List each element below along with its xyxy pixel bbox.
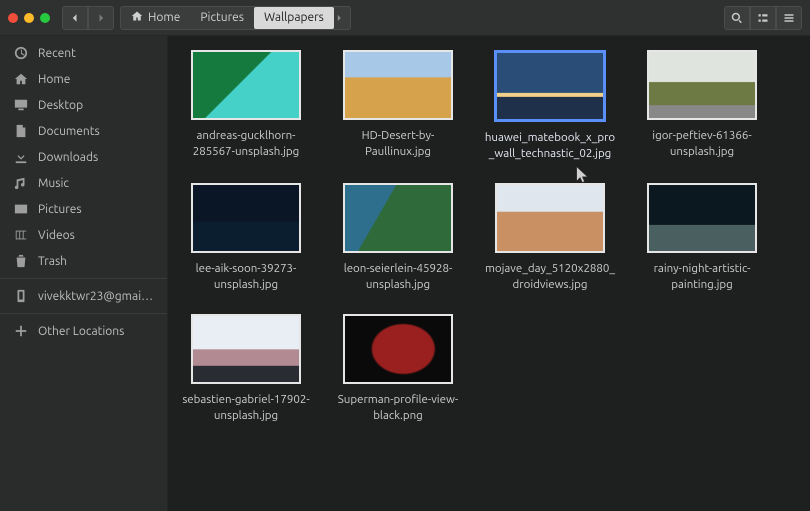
phone-icon: [14, 289, 28, 303]
file-name: sebastien-gabriel-17902-unsplash.jpg: [179, 392, 313, 423]
breadcrumb-label: Wallpapers: [264, 11, 324, 24]
desktop-icon: [14, 98, 28, 112]
sidebar-item-desktop[interactable]: Desktop: [0, 92, 167, 118]
sidebar-item-label: Home: [38, 73, 70, 86]
toolbar: Home Pictures Wallpapers: [0, 0, 810, 36]
sidebar-item-label: Downloads: [38, 151, 98, 164]
file-name: rainy-night-artistic-painting.jpg: [635, 261, 769, 292]
file-item[interactable]: HD-Desert-by-Paullinux.jpg: [336, 50, 460, 161]
file-name: Superman-profile-view-black.png: [331, 392, 465, 423]
file-item[interactable]: huawei_matebook_x_pro_wall_technastic_02…: [488, 50, 612, 161]
downloads-icon: [14, 150, 28, 164]
content-area[interactable]: andreas-gucklhorn-285567-unsplash.jpg HD-…: [168, 36, 810, 511]
file-thumbnail: [343, 50, 453, 120]
file-item[interactable]: andreas-gucklhorn-285567-unsplash.jpg: [184, 50, 308, 161]
sidebar-item-label: Videos: [38, 229, 75, 242]
trash-icon: [14, 254, 28, 268]
sidebar-item-videos[interactable]: Videos: [0, 222, 167, 248]
file-item[interactable]: rainy-night-artistic-painting.jpg: [640, 183, 764, 292]
sidebar-item-label: Pictures: [38, 203, 82, 216]
breadcrumb-pictures[interactable]: Pictures: [190, 7, 254, 29]
sidebar-item-home[interactable]: Home: [0, 66, 167, 92]
sidebar-separator: [0, 278, 167, 279]
maximize-window-button[interactable]: [40, 13, 50, 23]
file-item[interactable]: Superman-profile-view-black.png: [336, 314, 460, 423]
sidebar-item-trash[interactable]: Trash: [0, 248, 167, 274]
file-thumbnail: [191, 183, 301, 253]
file-thumbnail: [494, 50, 606, 122]
file-item[interactable]: sebastien-gabriel-17902-unsplash.jpg: [184, 314, 308, 423]
pictures-icon: [14, 202, 28, 216]
sidebar-item-recent[interactable]: Recent: [0, 40, 167, 66]
sidebar-item-label: Other Locations: [38, 325, 124, 338]
search-button[interactable]: [724, 6, 750, 30]
file-thumbnail: [343, 183, 453, 253]
file-name: leon-seierlein-45928-unsplash.jpg: [331, 261, 465, 292]
sidebar-item-label: Documents: [38, 125, 100, 138]
file-item[interactable]: igor-peftiev-61366-unsplash.jpg: [640, 50, 764, 161]
file-thumbnail: [343, 314, 453, 384]
sidebar-item-label: Music: [38, 177, 69, 190]
sidebar-item-downloads[interactable]: Downloads: [0, 144, 167, 170]
toolbar-right: [724, 6, 802, 30]
sidebar-other-locations[interactable]: Other Locations: [0, 318, 167, 344]
breadcrumb-home[interactable]: Home: [121, 7, 190, 29]
icon-grid: andreas-gucklhorn-285567-unsplash.jpg HD-…: [184, 50, 794, 423]
recent-icon: [14, 46, 28, 60]
file-thumbnail: [647, 50, 757, 120]
sidebar-item-label: Recent: [38, 47, 76, 60]
sidebar-separator: [0, 313, 167, 314]
breadcrumb: Home Pictures Wallpapers: [120, 6, 351, 30]
file-name: HD-Desert-by-Paullinux.jpg: [331, 128, 465, 159]
sidebar-account[interactable]: vivekktwr23@gmail….: [0, 283, 167, 309]
file-name: igor-peftiev-61366-unsplash.jpg: [635, 128, 769, 159]
music-icon: [14, 176, 28, 190]
file-thumbnail: [495, 183, 605, 253]
nav-history: [62, 6, 114, 30]
close-window-button[interactable]: [8, 13, 18, 23]
forward-button[interactable]: [88, 6, 114, 30]
breadcrumb-wallpapers[interactable]: Wallpapers: [254, 7, 334, 29]
file-item[interactable]: lee-aik-soon-39273-unsplash.jpg: [184, 183, 308, 292]
hamburger-menu-button[interactable]: [776, 6, 802, 30]
sidebar-item-music[interactable]: Music: [0, 170, 167, 196]
sidebar-item-label: Desktop: [38, 99, 83, 112]
window-controls: [8, 13, 50, 23]
chevron-right-icon: [334, 13, 344, 23]
sidebar-item-documents[interactable]: Documents: [0, 118, 167, 144]
sidebar-item-label: vivekktwr23@gmail….: [38, 290, 155, 303]
file-thumbnail: [647, 183, 757, 253]
file-name: lee-aik-soon-39273-unsplash.jpg: [179, 261, 313, 292]
file-thumbnail: [191, 50, 301, 120]
back-button[interactable]: [62, 6, 88, 30]
documents-icon: [14, 124, 28, 138]
sidebar: Recent Home Desktop Documents Downloads Music…: [0, 36, 168, 511]
sidebar-item-pictures[interactable]: Pictures: [0, 196, 167, 222]
breadcrumb-label: Home: [148, 11, 180, 24]
minimize-window-button[interactable]: [24, 13, 34, 23]
file-thumbnail: [191, 314, 301, 384]
breadcrumb-label: Pictures: [200, 11, 244, 24]
file-item[interactable]: mojave_day_5120x2880_droidviews.jpg: [488, 183, 612, 292]
plus-icon: [14, 324, 28, 338]
videos-icon: [14, 228, 28, 242]
file-name: mojave_day_5120x2880_droidviews.jpg: [483, 261, 617, 292]
home-icon: [14, 72, 28, 86]
file-item[interactable]: leon-seierlein-45928-unsplash.jpg: [336, 183, 460, 292]
home-icon: [131, 10, 143, 25]
view-toggle-button[interactable]: [750, 6, 776, 30]
file-name: andreas-gucklhorn-285567-unsplash.jpg: [179, 128, 313, 159]
sidebar-item-label: Trash: [38, 255, 67, 268]
file-name: huawei_matebook_x_pro_wall_technastic_02…: [483, 130, 617, 161]
